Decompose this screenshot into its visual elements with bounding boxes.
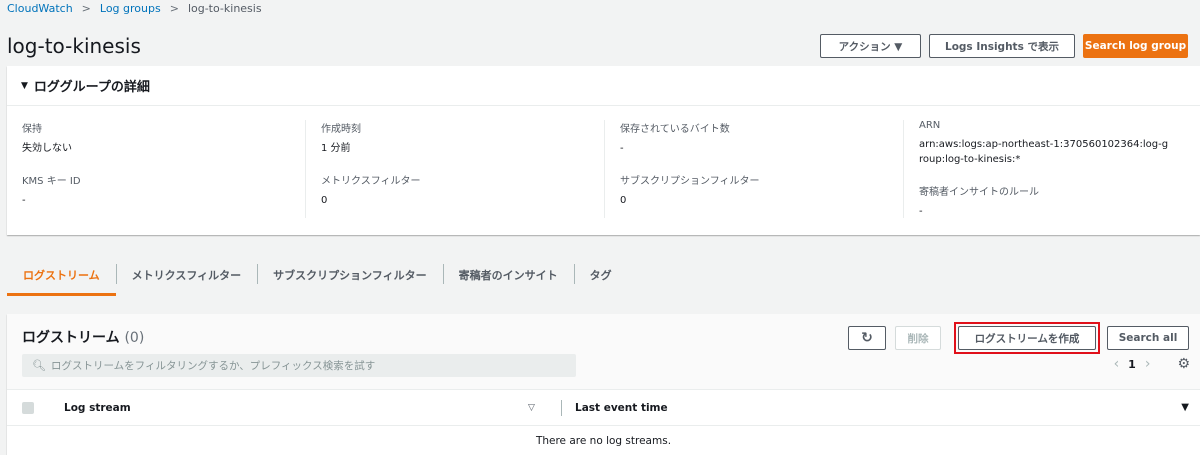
creation-time-field: 作成時刻 1 分前 [321,120,604,156]
tab-tags[interactable]: タグ [573,262,628,296]
field-value: - [620,143,624,154]
details-column: ARN arn:aws:logs:ap-northeast-1:37056010… [904,120,1200,218]
log-group-details-panel: ▼ ロググループの詳細 保持 失効しない KMS キー ID - 作成時刻 1 … [7,66,1200,235]
kms-key-field: KMS キー ID - [22,172,305,208]
column-header-log-stream[interactable]: Log stream [64,402,528,414]
log-streams-actions: ↻ 削除 ログストリームを作成 Search all [848,322,1189,354]
breadcrumb-link-log-groups[interactable]: Log groups [100,2,161,15]
log-streams-header: ログストリーム (0) ↻ 削除 ログストリームを作成 Search all 🔍… [7,314,1200,390]
search-icon: 🔍︎ [32,359,46,372]
chevron-right-icon: > [169,1,179,15]
field-label: 作成時刻 [321,124,361,135]
column-divider [561,399,562,416]
field-value: - [919,206,923,217]
field-label: ARN [919,120,941,131]
field-label: 保存されているバイト数 [620,124,730,135]
details-column: 作成時刻 1 分前 メトリクスフィルター 0 [306,120,605,218]
subscription-filters-field: サブスクリプションフィルター 0 [620,172,903,208]
arn-field: ARN arn:aws:logs:ap-northeast-1:37056010… [919,120,1200,167]
page-number[interactable]: 1 [1128,358,1136,371]
sort-down-icon[interactable]: ▽ [528,403,561,413]
filter-placeholder: ログストリームをフィルタリングするか、プレフィックス検索を試す [50,360,376,372]
refresh-icon: ↻ [861,330,873,346]
select-all-checkbox[interactable] [22,401,34,414]
highlight-box: ログストリームを作成 [954,322,1100,354]
log-streams-count: (0) [124,330,145,346]
field-value: 0 [620,195,627,206]
tab-subscription-filters[interactable]: サブスクリプションフィルター [257,262,442,296]
log-streams-title: ログストリーム (0) [22,327,144,347]
field-value: 0 [321,195,328,206]
chevron-right-icon[interactable]: › [1145,356,1151,372]
search-log-group-button[interactable]: Search log group [1083,34,1188,58]
caret-down-icon: ▼ [21,80,28,91]
log-streams-title-text: ログストリーム [22,330,120,346]
pagination: ‹ 1 › ⚙ [1105,356,1190,372]
chevron-right-icon: > [81,1,91,15]
field-label: 寄稿者インサイトのルール [919,187,1039,198]
details-panel-header[interactable]: ▼ ロググループの詳細 [7,66,1200,106]
create-log-stream-button[interactable]: ログストリームを作成 [958,326,1096,350]
breadcrumb-current: log-to-kinesis [187,1,262,15]
page-title: log-to-kinesis [7,34,141,58]
tab-contributor-insights[interactable]: 寄稿者のインサイト [442,262,574,296]
metric-filters-field: メトリクスフィルター 0 [321,172,604,208]
chevron-left-icon[interactable]: ‹ [1114,356,1120,372]
field-label: 保持 [22,124,42,135]
retention-field: 保持 失効しない [22,120,305,156]
caret-down-icon[interactable]: ▼ [1181,402,1189,413]
tab-metric-filters[interactable]: メトリクスフィルター [115,262,257,296]
field-value: - [22,195,26,206]
table-header: Log stream ▽ Last event time ▼ [7,390,1200,426]
field-label: KMS キー ID [22,176,81,187]
breadcrumb-link-cloudwatch[interactable]: CloudWatch [7,2,73,15]
tab-log-streams[interactable]: ログストリーム [7,262,116,296]
details-column: 保存されているバイト数 - サブスクリプションフィルター 0 [605,120,904,218]
field-value: 1 分前 [321,143,351,154]
search-all-button[interactable]: Search all [1107,326,1189,350]
header-actions: アクション ▼ Logs Insights で表示 Search log gro… [820,34,1188,58]
tab-bar: ログストリーム メトリクスフィルター サブスクリプションフィルター 寄稿者のイン… [7,262,628,296]
view-in-logs-insights-button[interactable]: Logs Insights で表示 [929,34,1075,58]
log-stream-filter-input[interactable]: 🔍︎ ログストリームをフィルタリングするか、プレフィックス検索を試す [22,354,576,377]
field-label: サブスクリプションフィルター [620,176,760,187]
field-label: メトリクスフィルター [321,176,421,187]
details-grid: 保持 失効しない KMS キー ID - 作成時刻 1 分前 メトリクスフィルタ… [7,106,1200,218]
column-header-last-event-time[interactable]: Last event time [575,402,1181,414]
actions-dropdown-button[interactable]: アクション ▼ [820,34,921,58]
breadcrumb: CloudWatch > Log groups > log-to-kinesis [7,0,262,16]
gear-icon[interactable]: ⚙ [1177,356,1190,372]
contributor-insights-field: 寄稿者インサイトのルール - [919,183,1200,219]
details-column: 保持 失効しない KMS キー ID - [7,120,306,218]
details-panel-title: ロググループの詳細 [33,80,150,95]
field-value: 失効しない [22,143,72,154]
empty-table-message: There are no log streams. [535,435,672,447]
log-streams-panel: ログストリーム (0) ↻ 削除 ログストリームを作成 Search all 🔍… [7,314,1200,455]
stored-bytes-field: 保存されているバイト数 - [620,120,903,156]
field-value: arn:aws:logs:ap-northeast-1:370560102364… [919,139,1169,165]
delete-button[interactable]: 削除 [895,326,941,350]
refresh-button[interactable]: ↻ [848,326,886,350]
